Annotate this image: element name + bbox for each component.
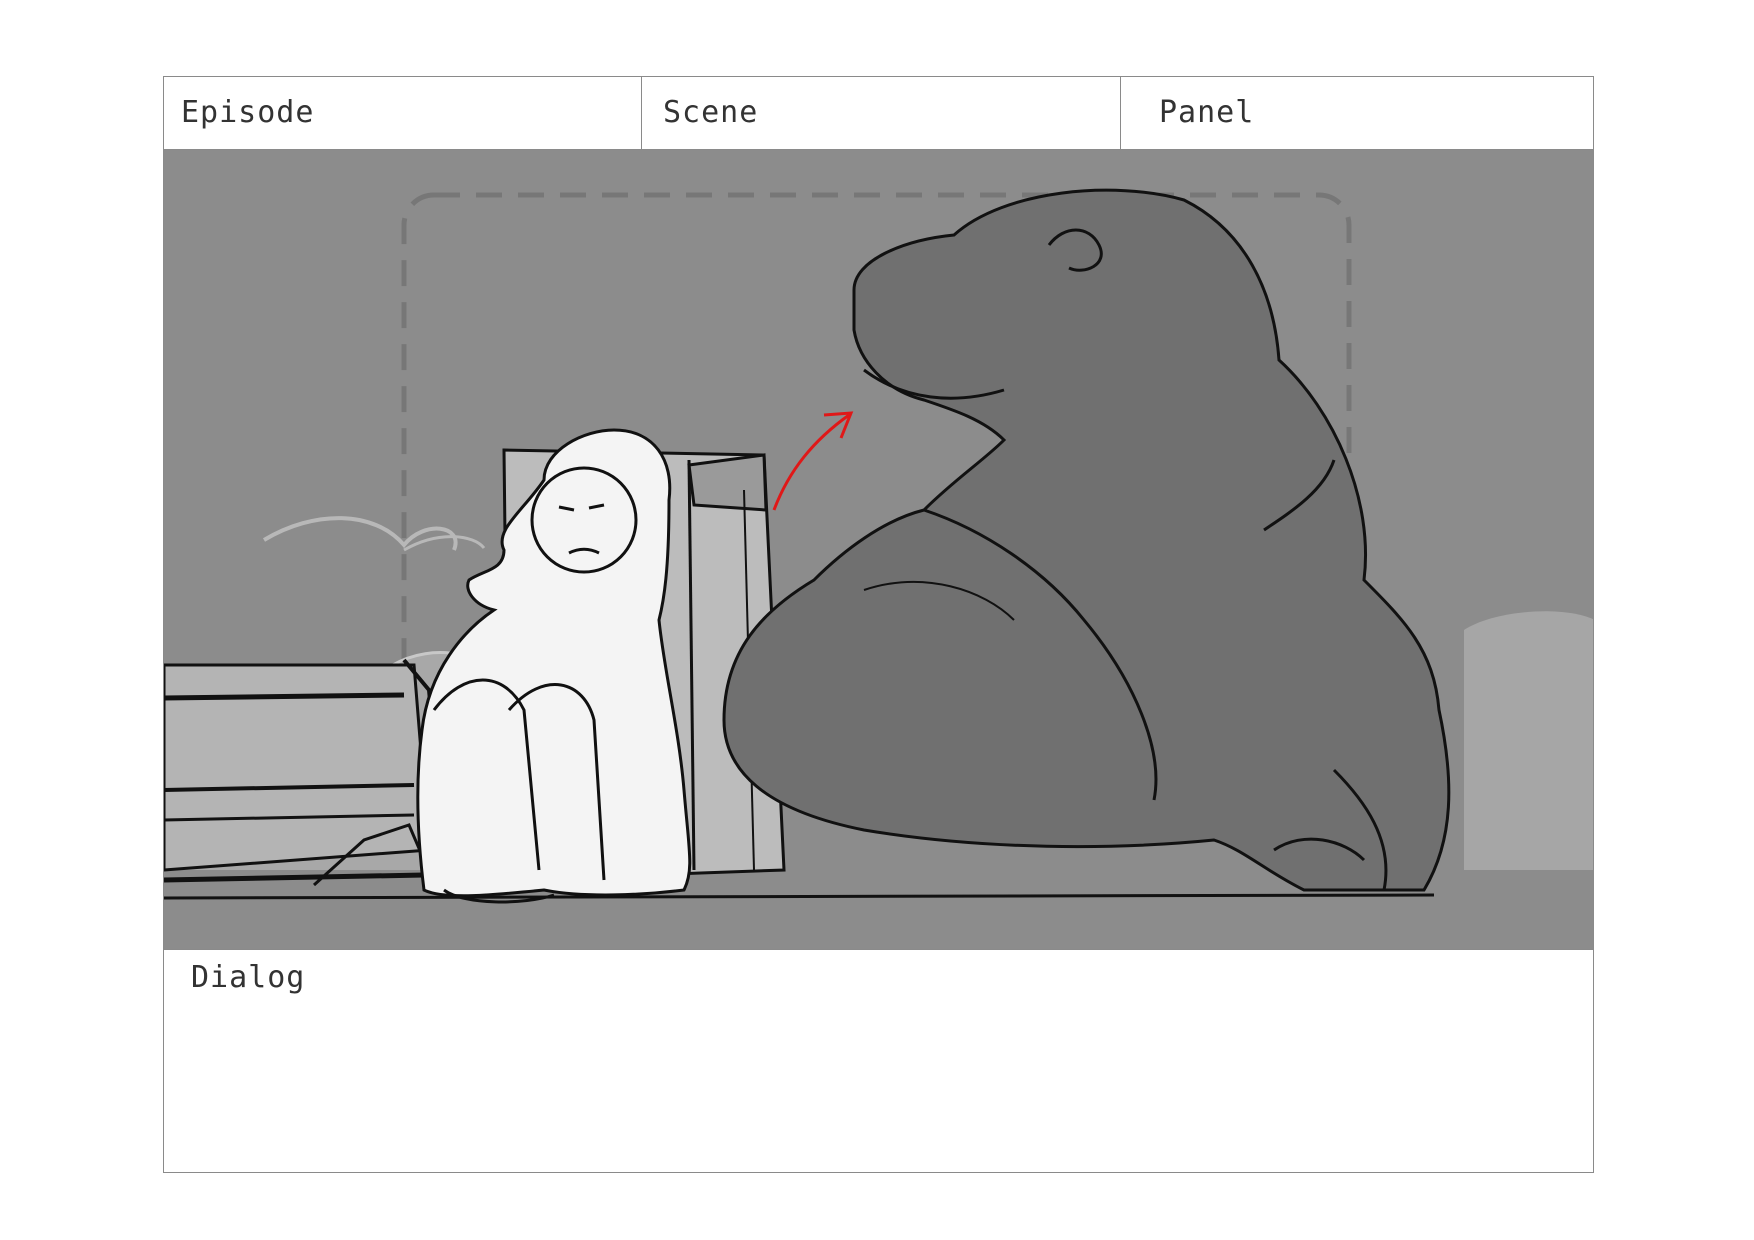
storyboard-panel-sheet: Episode Scene Panel Dialog — [163, 76, 1594, 1173]
scene-label: Scene — [663, 95, 759, 130]
dialog-box[interactable]: Dialog — [164, 950, 1593, 1172]
sketch-frame — [164, 150, 1593, 950]
crate-left — [164, 658, 446, 887]
panel-header: Episode Scene Panel — [164, 77, 1593, 150]
dialog-label: Dialog — [191, 960, 306, 995]
panel-field[interactable]: Panel — [1121, 77, 1595, 149]
scene-field[interactable]: Scene — [642, 77, 1121, 149]
episode-field[interactable]: Episode — [164, 77, 642, 149]
panel-label: Panel — [1159, 95, 1255, 130]
girl-head — [530, 466, 638, 574]
storyboard-sketch — [164, 150, 1593, 949]
hill-right — [1464, 611, 1593, 870]
episode-label: Episode — [181, 95, 315, 130]
